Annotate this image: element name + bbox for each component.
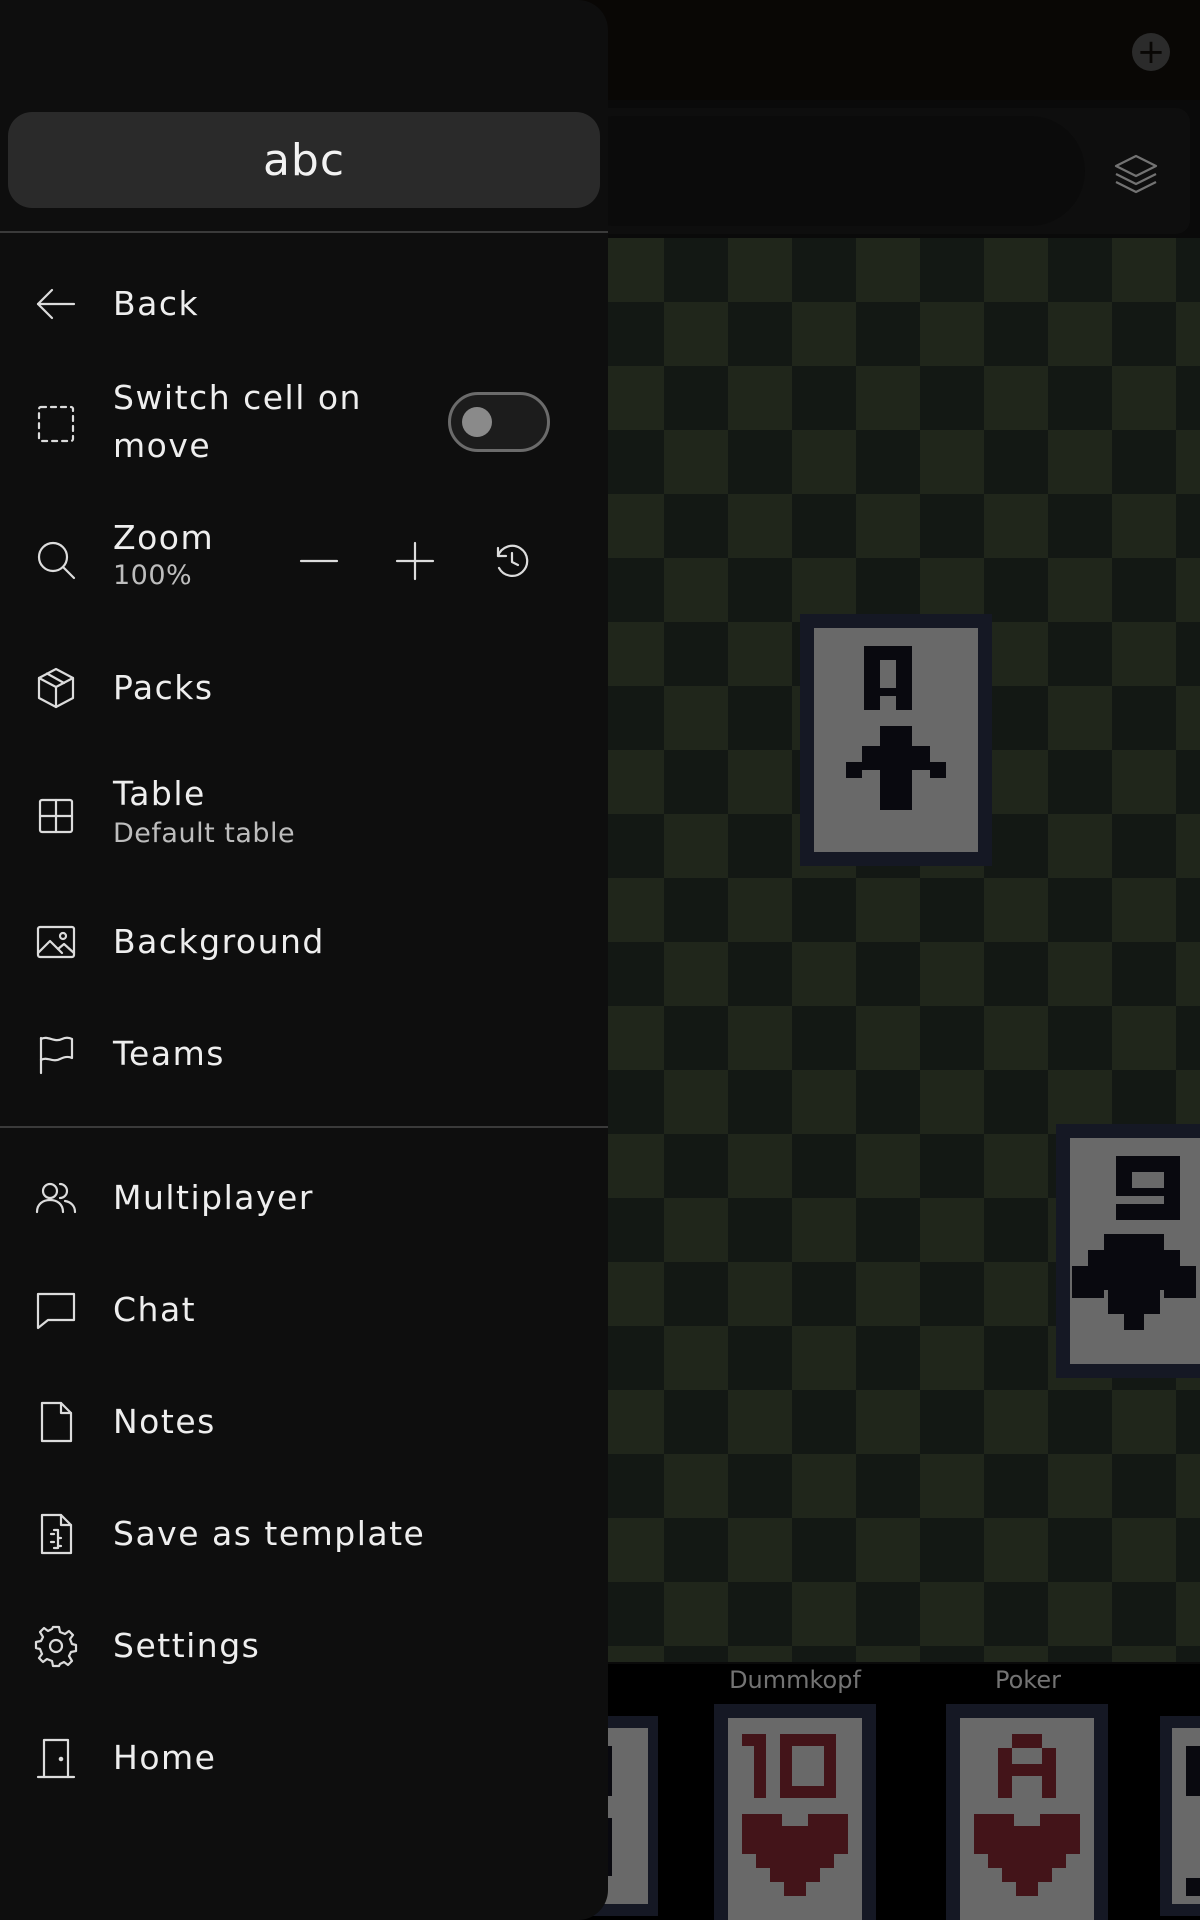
switch-cell-label: Switch cell on move: [113, 378, 362, 465]
notes-label: Notes: [113, 1402, 216, 1441]
plus-icon: [395, 541, 435, 581]
save-template-label: Save as template: [113, 1514, 426, 1553]
background-item[interactable]: Background: [0, 914, 608, 970]
chat-icon: [34, 1288, 78, 1332]
chat-label: Chat: [113, 1290, 197, 1329]
file-icon: [34, 1400, 78, 1444]
save-template-item[interactable]: Save as template: [0, 1506, 608, 1562]
background-label: Background: [113, 922, 325, 961]
packs-item[interactable]: Packs: [0, 660, 608, 716]
zoom-label: Zoom: [113, 518, 215, 557]
settings-item[interactable]: Settings: [0, 1618, 608, 1674]
grid-icon: [34, 794, 78, 838]
zoom-reset-button[interactable]: [487, 536, 537, 586]
chat-item[interactable]: Chat: [0, 1282, 608, 1338]
door-icon: [34, 1736, 78, 1780]
navigation-drawer: abc Back Switch cell on move Zoom 100% P…: [0, 0, 608, 1920]
arrow-left-icon: [34, 282, 78, 326]
reset-icon: [496, 544, 529, 577]
back-label: Back: [113, 284, 200, 323]
packs-label: Packs: [113, 668, 214, 707]
switch-cell-toggle[interactable]: [448, 392, 550, 452]
settings-label: Settings: [113, 1626, 261, 1665]
users-icon: [34, 1176, 78, 1220]
divider: [0, 1126, 608, 1128]
multiplayer-item[interactable]: Multiplayer: [0, 1170, 608, 1226]
table-value: Default table: [113, 818, 296, 849]
file-template-icon: [34, 1512, 78, 1556]
multiplayer-label: Multiplayer: [113, 1178, 314, 1217]
home-item[interactable]: Home: [0, 1730, 608, 1786]
back-item[interactable]: Back: [0, 276, 608, 332]
home-label: Home: [113, 1738, 217, 1777]
minus-icon: [299, 559, 339, 563]
flag-icon: [34, 1032, 78, 1076]
package-icon: [34, 666, 78, 710]
zoom-out-button[interactable]: [294, 536, 344, 586]
zoom-level: 100%: [113, 560, 193, 591]
table-label: Table: [113, 774, 206, 813]
teams-item[interactable]: Teams: [0, 1026, 608, 1082]
notes-item[interactable]: Notes: [0, 1394, 608, 1450]
gear-icon: [34, 1624, 78, 1668]
switch-cell-item[interactable]: Switch cell on move: [0, 374, 608, 474]
room-name-field[interactable]: abc: [8, 112, 600, 208]
image-icon: [34, 920, 78, 964]
zoom-in-button[interactable]: [390, 536, 440, 586]
divider: [0, 231, 608, 233]
teams-label: Teams: [113, 1034, 225, 1073]
zoom-item: Zoom 100%: [0, 514, 608, 606]
selection-icon: [34, 402, 78, 446]
search-icon: [34, 538, 78, 582]
toggle-knob: [462, 407, 492, 437]
table-item[interactable]: Table Default table: [0, 770, 608, 862]
